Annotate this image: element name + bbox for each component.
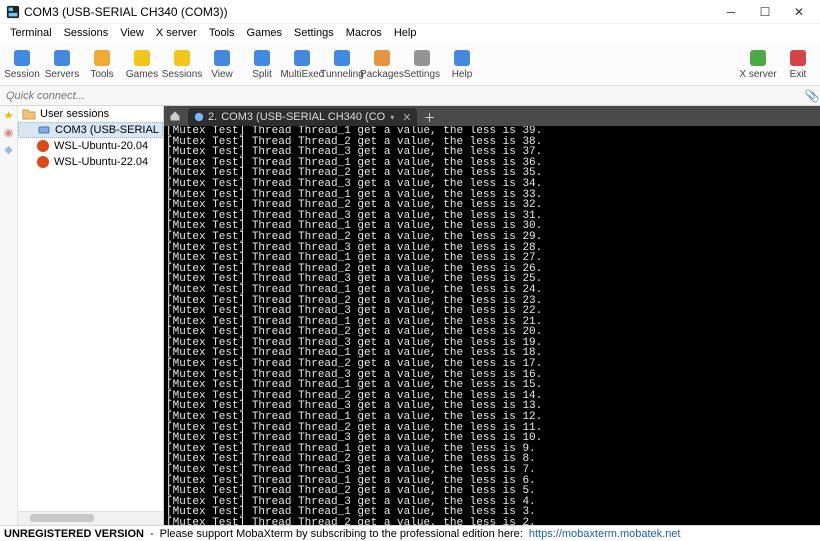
quickconnect-input[interactable] [0,90,804,102]
toolbutton-help[interactable]: Help [442,48,482,80]
toolbutton-servers[interactable]: Servers [42,48,82,80]
terminal-tab[interactable]: 2. COM3 (USB-SERIAL CH340 (CO ▾ ✕ [188,108,417,126]
status-text: Please support MobaXterm by subscribing … [160,528,523,540]
toolbutton-tunneling[interactable]: Tunneling [322,48,362,80]
attachment-icon[interactable]: 📎 [804,89,820,103]
toolbutton-view[interactable]: View [202,48,242,80]
tree-item-2[interactable]: WSL-Ubuntu-22.04 [18,154,163,170]
menubar: TerminalSessionsViewX serverToolsGamesSe… [0,24,820,42]
tree-root[interactable]: User sessions [18,106,163,122]
serial-icon [194,112,204,122]
toolbar: SessionServersToolsGamesSessionsViewSpli… [0,42,820,86]
toolbutton-exit[interactable]: Exit [778,48,818,80]
menu-help[interactable]: Help [388,26,423,40]
maximize-button[interactable]: ☐ [748,1,782,23]
window-title: COM3 (USB-SERIAL CH340 (COM3)) [24,5,714,19]
titlebar: COM3 (USB-SERIAL CH340 (COM3)) ─ ☐ ✕ [0,0,820,24]
tab-label: COM3 (USB-SERIAL CH340 (CO [221,111,385,123]
menu-tools[interactable]: Tools [203,26,241,40]
menu-sessions[interactable]: Sessions [58,26,115,40]
minimize-button[interactable]: ─ [714,1,748,23]
close-button[interactable]: ✕ [782,1,816,23]
sidebar-gutter: ★ ◉ ◆ [0,106,18,525]
tools-icon[interactable]: ◆ [2,142,16,156]
menu-terminal[interactable]: Terminal [4,26,58,40]
status-link[interactable]: https://mobaxterm.mobatek.net [529,528,681,540]
sessions-sidebar: User sessionsCOM3 (USB-SERIAL CH340 (COW… [18,106,164,525]
sidebar-scrollbar[interactable] [18,511,163,525]
tab-bar: 2. COM3 (USB-SERIAL CH340 (CO ▾ ✕ ＋ [164,106,820,126]
serial-icon [37,123,51,137]
ubuntu-icon [36,139,50,153]
menu-macros[interactable]: Macros [340,26,388,40]
tree-item-0[interactable]: COM3 (USB-SERIAL CH340 (CO [18,122,163,138]
toolbutton-tools[interactable]: Tools [82,48,122,80]
tab-close-icon[interactable]: ✕ [402,111,411,124]
menu-games[interactable]: Games [241,26,288,40]
menu-x-server[interactable]: X server [150,26,203,40]
toolbutton-split[interactable]: Split [242,48,282,80]
status-sep: - [150,528,154,540]
quickconnect-bar: 📎 [0,86,820,106]
tree-item-1[interactable]: WSL-Ubuntu-20.04 [18,138,163,154]
app-icon [6,5,20,19]
toolbutton-packages[interactable]: Packages [362,48,402,80]
ubuntu-icon [36,155,50,169]
menu-view[interactable]: View [114,26,150,40]
status-bar: UNREGISTERED VERSION - Please support Mo… [0,525,820,541]
status-unregistered: UNREGISTERED VERSION [4,528,144,540]
toolbutton-games[interactable]: Games [122,48,162,80]
menu-settings[interactable]: Settings [288,26,340,40]
tab-index: 2. [208,111,217,123]
toolbutton-multiexec[interactable]: MultiExec [282,48,322,80]
new-tab-button[interactable]: ＋ [417,109,441,126]
star-icon[interactable]: ★ [2,108,16,122]
globe-icon[interactable]: ◉ [2,125,16,139]
toolbutton-session[interactable]: Session [2,48,42,80]
toolbutton-settings[interactable]: Settings [402,48,442,80]
terminal-output[interactable]: [Mutex Test] Thread Thread_1 get a value… [164,126,820,525]
home-tab[interactable] [164,106,186,126]
toolbutton-sessions[interactable]: Sessions [162,48,202,80]
sessions-tree[interactable]: User sessionsCOM3 (USB-SERIAL CH340 (COW… [18,106,163,511]
toolbutton-xserver[interactable]: X server [738,48,778,80]
chevron-down-icon[interactable]: ▾ [390,113,394,122]
folder-icon [22,107,36,121]
